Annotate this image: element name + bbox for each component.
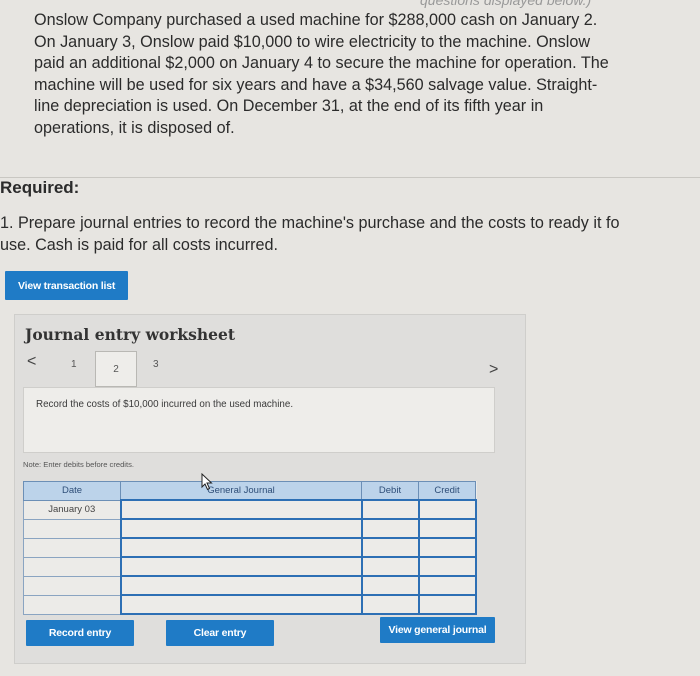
table-row: January 03 xyxy=(23,499,477,520)
chevron-right-icon[interactable]: > xyxy=(489,361,498,379)
table-row xyxy=(23,556,477,577)
date-cell[interactable] xyxy=(23,575,121,596)
account-cell[interactable] xyxy=(119,537,363,558)
step-tab-1[interactable]: 1 xyxy=(71,359,77,370)
debit-cell[interactable] xyxy=(360,594,420,615)
view-transaction-list-button[interactable]: View transaction list xyxy=(5,271,128,300)
top-cutoff-text: questions displayed below.) xyxy=(420,0,592,8)
credit-cell[interactable] xyxy=(417,575,477,596)
problem-line: paid an additional $2,000 on January 4 t… xyxy=(34,54,609,72)
problem-line: line depreciation is used. On December 3… xyxy=(34,97,544,115)
account-cell[interactable] xyxy=(119,594,363,615)
date-cell[interactable] xyxy=(23,556,121,577)
debit-cell[interactable] xyxy=(360,499,420,520)
credit-cell[interactable] xyxy=(417,537,477,558)
mouse-pointer-icon xyxy=(201,473,213,491)
debit-cell[interactable] xyxy=(360,556,420,577)
table-row xyxy=(23,594,477,615)
credit-cell[interactable] xyxy=(417,594,477,615)
view-general-journal-button[interactable]: View general journal xyxy=(380,617,495,643)
debit-cell[interactable] xyxy=(360,518,420,539)
step-tab-3[interactable]: 3 xyxy=(153,359,159,370)
table-row xyxy=(23,575,477,596)
journal-entry-worksheet: Journal entry worksheet < 1 2 3 > Record… xyxy=(14,314,526,664)
problem-line: machine will be used for six years and h… xyxy=(34,75,598,94)
date-cell[interactable] xyxy=(23,537,121,558)
record-entry-button[interactable]: Record entry xyxy=(26,620,134,646)
step-tab-2-active[interactable]: 2 xyxy=(95,351,137,387)
credit-cell[interactable] xyxy=(417,556,477,577)
account-cell[interactable] xyxy=(119,518,363,539)
section-divider xyxy=(0,177,700,178)
debit-cell[interactable] xyxy=(360,575,420,596)
required-line: use. Cash is paid for all costs incurred… xyxy=(0,235,279,254)
clear-entry-button[interactable]: Clear entry xyxy=(166,620,274,646)
instruction-box: Record the costs of $10,000 incurred on … xyxy=(23,387,495,453)
required-line: 1. Prepare journal entries to record the… xyxy=(0,214,620,232)
date-cell[interactable] xyxy=(23,518,121,539)
debit-column-header: Debit xyxy=(361,481,419,501)
date-column-header: Date xyxy=(23,481,121,501)
note-text: Note: Enter debits before credits. xyxy=(23,460,135,469)
date-cell[interactable] xyxy=(23,594,121,615)
required-text: 1. Prepare journal entries to record the… xyxy=(0,213,700,256)
account-cell[interactable] xyxy=(119,575,363,596)
credit-cell[interactable] xyxy=(417,518,477,539)
problem-line: On January 3, Onslow paid $10,000 to wir… xyxy=(34,32,591,51)
problem-line: operations, it is disposed of. xyxy=(34,118,235,137)
table-row xyxy=(23,518,477,539)
table-row xyxy=(23,537,477,558)
chevron-left-icon[interactable]: < xyxy=(27,353,36,371)
credit-cell[interactable] xyxy=(417,499,477,520)
problem-statement: Onslow Company purchased a used machine … xyxy=(34,10,694,139)
general-journal-column-header: General Journal xyxy=(120,481,362,501)
required-heading: Required: xyxy=(0,178,80,197)
instruction-text: Record the costs of $10,000 incurred on … xyxy=(36,399,294,410)
debit-cell[interactable] xyxy=(360,537,420,558)
journal-header-row: Date General Journal Debit Credit xyxy=(23,481,476,501)
account-cell[interactable] xyxy=(119,556,363,577)
problem-line: Onslow Company purchased a used machine … xyxy=(34,11,598,29)
account-cell[interactable] xyxy=(119,499,363,520)
credit-column-header: Credit xyxy=(418,481,476,501)
date-cell[interactable]: January 03 xyxy=(23,499,121,520)
worksheet-title: Journal entry worksheet xyxy=(25,325,236,344)
general-journal-table: Date General Journal Debit Credit Januar… xyxy=(23,481,477,615)
